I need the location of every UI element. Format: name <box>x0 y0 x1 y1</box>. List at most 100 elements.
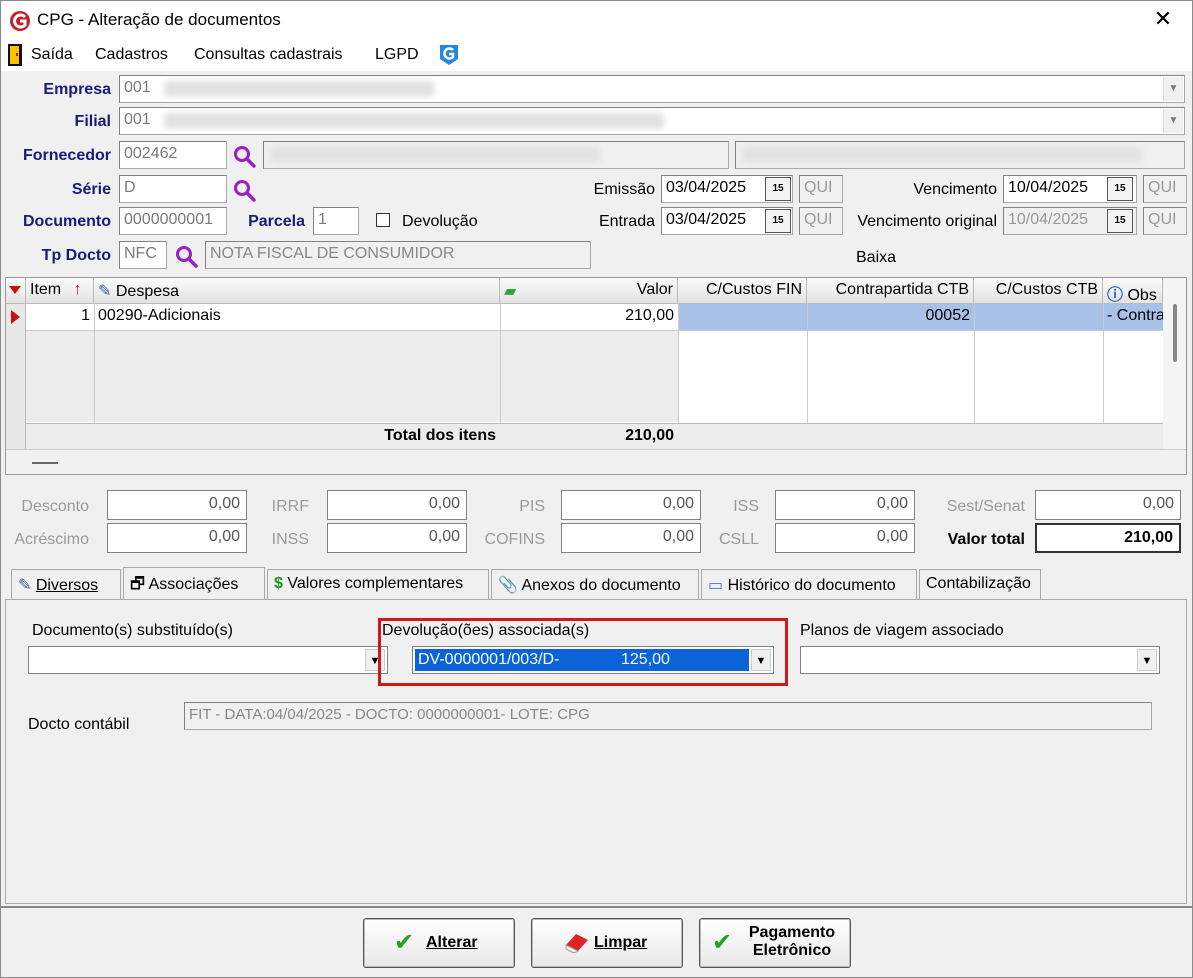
baixa-label: Baixa <box>856 249 897 266</box>
serie-input[interactable]: D <box>119 175 227 203</box>
empresa-label: Empresa <box>43 81 111 98</box>
cell-item[interactable]: 1 <box>26 304 94 330</box>
documento-input[interactable]: 0000000001 <box>119 207 227 235</box>
associacoes-panel: Documento(s) substituído(s) ▼ Devolução(… <box>5 599 1187 904</box>
sest-field[interactable]: 0,00 <box>1035 490 1181 520</box>
money-icon: ▰ <box>504 283 517 300</box>
chevron-down-icon[interactable]: ▼ <box>1137 649 1157 671</box>
cell-obs[interactable]: - Contra <box>1103 304 1163 330</box>
pencil-icon: ✎ <box>18 577 32 594</box>
info-icon: ⓘ <box>1107 287 1124 304</box>
valor-total-label: Valor total <box>947 531 1025 548</box>
vencimento-day: QUI <box>1143 175 1187 203</box>
planos-combo[interactable]: ▼ <box>800 646 1160 674</box>
minimize-bar-icon[interactable] <box>32 462 58 464</box>
search-icon[interactable] <box>233 179 257 203</box>
cell-contrapartida[interactable]: 00052 <box>807 304 974 330</box>
sort-down-icon <box>9 286 21 294</box>
search-icon[interactable] <box>175 245 199 269</box>
tpdocto-desc-value: NOTA FISCAL DE CONSUMIDOR <box>210 245 455 262</box>
vertical-scrollbar[interactable] <box>1163 278 1186 449</box>
calendar-icon[interactable]: 15 <box>1107 209 1133 233</box>
tab-diversos-label: Diversos <box>35 577 99 594</box>
chevron-down-icon[interactable]: ▼ <box>751 649 771 671</box>
csll-field[interactable]: 0,00 <box>775 523 915 553</box>
grid-divider <box>1103 304 1104 424</box>
paperclip-icon: 📎 <box>498 577 518 594</box>
devolucoes-label: Devolução(ões) associada(s) <box>382 622 590 639</box>
grid-header-ccfin[interactable]: C/Custos FIN <box>678 278 807 304</box>
main-window: CPG - Alteração de documentos ✕ Saída Ca… <box>0 0 1193 978</box>
grid-divider <box>974 304 975 424</box>
menu-saida[interactable]: Saída <box>31 46 73 64</box>
cofins-field[interactable]: 0,00 <box>561 523 701 553</box>
fornecedor-input[interactable]: 002462 <box>119 141 227 169</box>
acrescimo-field[interactable]: 0,00 <box>107 523 247 553</box>
irrf-label: IRRF <box>271 498 309 515</box>
devolucao-valor: 125,00 <box>621 651 670 668</box>
grid-header-contrapartida[interactable]: Contrapartida CTB <box>807 278 974 304</box>
tpdocto-input[interactable]: NFC <box>119 241 167 269</box>
grid-header-valor[interactable]: ▰ Valor <box>500 278 678 304</box>
checkmark-icon: ✔ <box>394 929 415 956</box>
parcela-input[interactable]: 1 <box>313 207 359 235</box>
acrescimo-label: Acréscimo <box>14 531 89 548</box>
desconto-field[interactable]: 0,00 <box>107 490 247 520</box>
cell-ccctb[interactable] <box>974 304 1103 330</box>
tab-contabilizacao-label: Contabilização <box>926 575 1031 592</box>
grid-header-obs[interactable]: ⓘ Obs <box>1103 278 1163 304</box>
grid-header-item[interactable]: Item ↑ <box>26 278 94 304</box>
empresa-combo[interactable]: 001 ▼ <box>119 75 1185 103</box>
menu-lgpd[interactable]: LGPD <box>375 46 419 64</box>
alterar-button[interactable]: ✔ Alterar <box>363 918 515 968</box>
lgpd-shield-icon[interactable] <box>438 43 460 67</box>
chevron-down-icon[interactable]: ▼ <box>1163 77 1183 101</box>
inss-field[interactable]: 0,00 <box>327 523 467 553</box>
items-grid: Item ↑ ✎ Despesa ▰ Valor C/Custos FIN Co… <box>5 277 1187 475</box>
calendar-icon[interactable]: 15 <box>765 209 791 233</box>
search-icon[interactable] <box>233 145 257 169</box>
eraser-icon <box>565 934 588 953</box>
menu-consultas-cadastrais[interactable]: Consultas cadastrais <box>194 46 343 64</box>
grid-header-obs-label: Obs <box>1127 287 1157 304</box>
devolucao-checkbox[interactable] <box>376 213 390 227</box>
fornecedor-name-field <box>263 141 729 169</box>
grid-header-ccctb[interactable]: C/Custos CTB <box>974 278 1103 304</box>
exit-door-icon[interactable] <box>7 43 23 67</box>
scrollbar-thumb[interactable] <box>1173 304 1177 362</box>
irrf-field[interactable]: 0,00 <box>327 490 467 520</box>
grid-header-despesa[interactable]: ✎ Despesa <box>94 278 500 304</box>
redacted-text <box>270 147 600 163</box>
limpar-button[interactable]: Limpar <box>531 918 683 968</box>
tab-diversos[interactable]: ✎ Diversos <box>11 569 121 599</box>
pagamento-eletronico-button[interactable]: ✔ Pagamento Eletrônico <box>699 918 851 968</box>
filial-combo[interactable]: 001 ▼ <box>119 107 1185 135</box>
pis-field[interactable]: 0,00 <box>561 490 701 520</box>
entrada-day: QUI <box>799 207 843 235</box>
devolucao-doc: DV-0000001/003/D- <box>418 651 560 668</box>
close-button[interactable]: ✕ <box>1148 6 1178 32</box>
doc-subst-combo[interactable]: ▼ <box>28 646 388 674</box>
calendar-icon[interactable]: 15 <box>1107 177 1133 201</box>
tab-historico-label: Histórico do documento <box>727 577 896 594</box>
tab-valores-complementares[interactable]: $ Valores complementares <box>267 569 489 599</box>
cell-ccfin[interactable] <box>678 304 807 330</box>
calendar-icon[interactable]: 15 <box>765 177 791 201</box>
chevron-down-icon[interactable]: ▼ <box>1163 109 1183 133</box>
serie-label: Série <box>71 181 111 198</box>
tab-associacoes[interactable]: 🗗 Associações <box>123 567 265 601</box>
grid-footer <box>6 449 1186 474</box>
devolucoes-selected[interactable]: DV-0000001/003/D- 125,00 <box>414 648 750 672</box>
iss-field[interactable]: 0,00 <box>775 490 915 520</box>
serie-value: D <box>124 179 136 196</box>
menu-cadastros[interactable]: Cadastros <box>95 46 168 64</box>
cell-despesa[interactable]: 00290-Adicionais <box>94 304 500 330</box>
tab-anexos[interactable]: 📎 Anexos do documento <box>491 569 699 599</box>
grid-divider <box>807 304 808 424</box>
cell-valor[interactable]: 210,00 <box>500 304 678 330</box>
devolucoes-combo[interactable]: DV-0000001/003/D- 125,00 ▼ <box>412 646 774 674</box>
current-row-icon <box>11 310 20 324</box>
tab-historico[interactable]: ▭ Histórico do documento <box>701 569 917 599</box>
tab-valores-label: Valores complementares <box>287 575 464 592</box>
tab-contabilizacao[interactable]: Contabilização <box>919 569 1041 599</box>
